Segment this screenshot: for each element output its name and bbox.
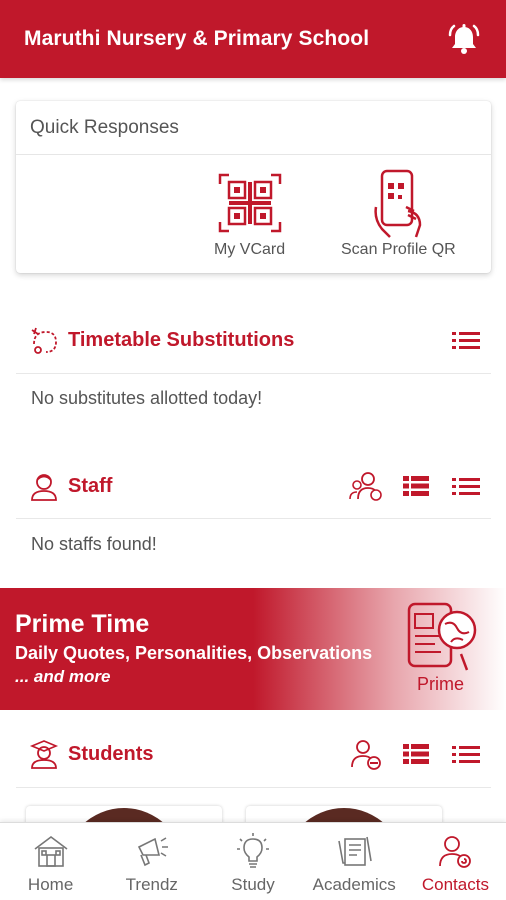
timetable-empty-text: No substitutes allotted today!	[31, 388, 263, 408]
qr-code-icon	[215, 167, 285, 239]
nav-academics[interactable]: Academics	[304, 823, 405, 900]
staff-grid-list-icon[interactable]	[391, 466, 441, 506]
timetable-list-icon[interactable]	[441, 320, 491, 360]
students-section-header: Students	[16, 726, 491, 782]
student-cards-strip	[0, 800, 506, 822]
my-vcard-label: My VCard	[214, 241, 286, 258]
staff-empty-text: No staffs found!	[31, 534, 157, 554]
staff-icon	[26, 468, 62, 504]
scan-phone-icon	[368, 167, 428, 239]
contacts-icon	[436, 831, 474, 871]
students-icon	[26, 736, 62, 772]
prime-label: Prime	[417, 674, 465, 694]
divider	[16, 518, 491, 519]
nav-home-label: Home	[27, 875, 74, 894]
prime-time-subtitle: Daily Quotes, Personalities, Observation…	[15, 643, 373, 663]
lightbulb-icon	[234, 831, 272, 871]
avatar	[64, 808, 184, 822]
timetable-title: Timetable Substitutions	[68, 328, 295, 351]
my-vcard-button[interactable]: My VCard	[214, 167, 285, 259]
timetable-section-header: Timetable Substitutions	[16, 312, 491, 368]
nav-contacts[interactable]: Contacts	[405, 823, 506, 900]
staff-contacts-icon[interactable]	[341, 466, 391, 506]
prime-app-icon	[405, 600, 483, 679]
nav-study[interactable]: Study	[202, 823, 303, 900]
prime-time-title: Prime Time	[15, 610, 150, 638]
timetable-icon	[26, 322, 62, 358]
student-remove-icon[interactable]	[341, 734, 391, 774]
megaphone-icon	[133, 831, 171, 871]
staff-list-icon[interactable]	[441, 466, 491, 506]
nav-home[interactable]: Home	[0, 823, 101, 900]
academics-icon	[335, 831, 373, 871]
scan-profile-qr-button[interactable]: Scan Profile QR	[341, 167, 456, 259]
divider	[16, 787, 491, 788]
bottom-navigation: Home Trendz Study Academics Contacts	[0, 822, 506, 900]
prime-time-more: ... and more	[15, 667, 111, 686]
nav-trendz[interactable]: Trendz	[101, 823, 202, 900]
nav-contacts-label: Contacts	[421, 875, 489, 894]
quick-responses-card: Quick Responses My VCard Scan Profile QR	[16, 101, 491, 273]
nav-trendz-label: Trendz	[125, 875, 178, 894]
notification-bell-icon[interactable]	[444, 19, 484, 59]
staff-title: Staff	[68, 474, 113, 497]
app-title: Maruthi Nursery & Primary School	[24, 27, 370, 50]
divider	[16, 373, 491, 374]
quick-responses-title: Quick Responses	[16, 101, 491, 155]
students-title: Students	[68, 742, 154, 765]
nav-study-label: Study	[231, 875, 275, 894]
student-card[interactable]	[26, 806, 222, 822]
students-list-icon[interactable]	[441, 734, 491, 774]
avatar	[284, 808, 404, 822]
prime-time-banner[interactable]: Prime Time Daily Quotes, Personalities, …	[0, 588, 506, 710]
home-icon	[32, 831, 70, 871]
staff-section-header: Staff	[16, 458, 491, 514]
nav-academics-label: Academics	[312, 875, 396, 894]
app-bar: Maruthi Nursery & Primary School	[0, 0, 506, 78]
student-card[interactable]	[246, 806, 442, 822]
scan-profile-qr-label: Scan Profile QR	[341, 241, 456, 258]
students-grid-list-icon[interactable]	[391, 734, 441, 774]
